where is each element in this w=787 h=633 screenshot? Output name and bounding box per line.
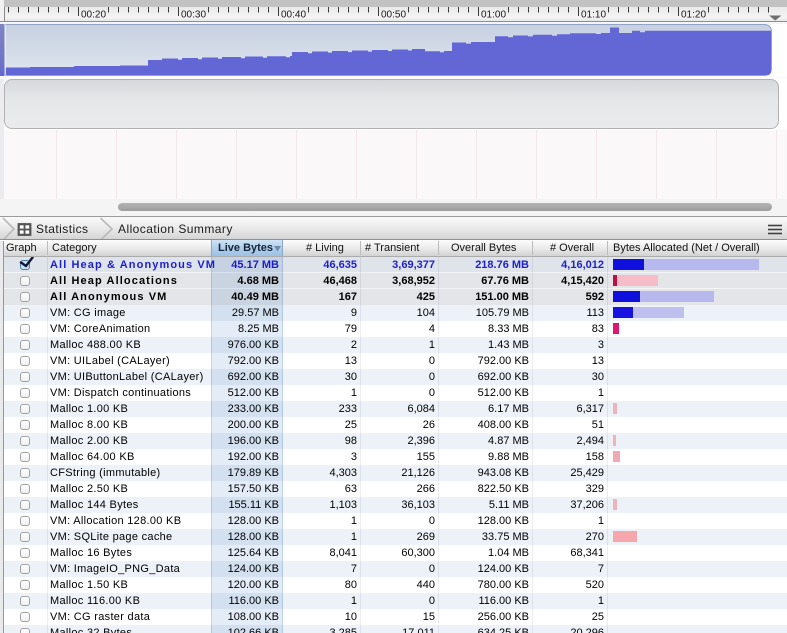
svg-text:01:00: 01:00 [481, 10, 506, 21]
svg-text:00:40: 00:40 [281, 10, 306, 21]
svg-text:00:30: 00:30 [181, 10, 206, 21]
svg-text:00:20: 00:20 [81, 10, 106, 21]
svg-text:01:20: 01:20 [681, 10, 706, 21]
svg-text:01:10: 01:10 [581, 10, 606, 21]
svg-text:00:50: 00:50 [381, 10, 406, 21]
